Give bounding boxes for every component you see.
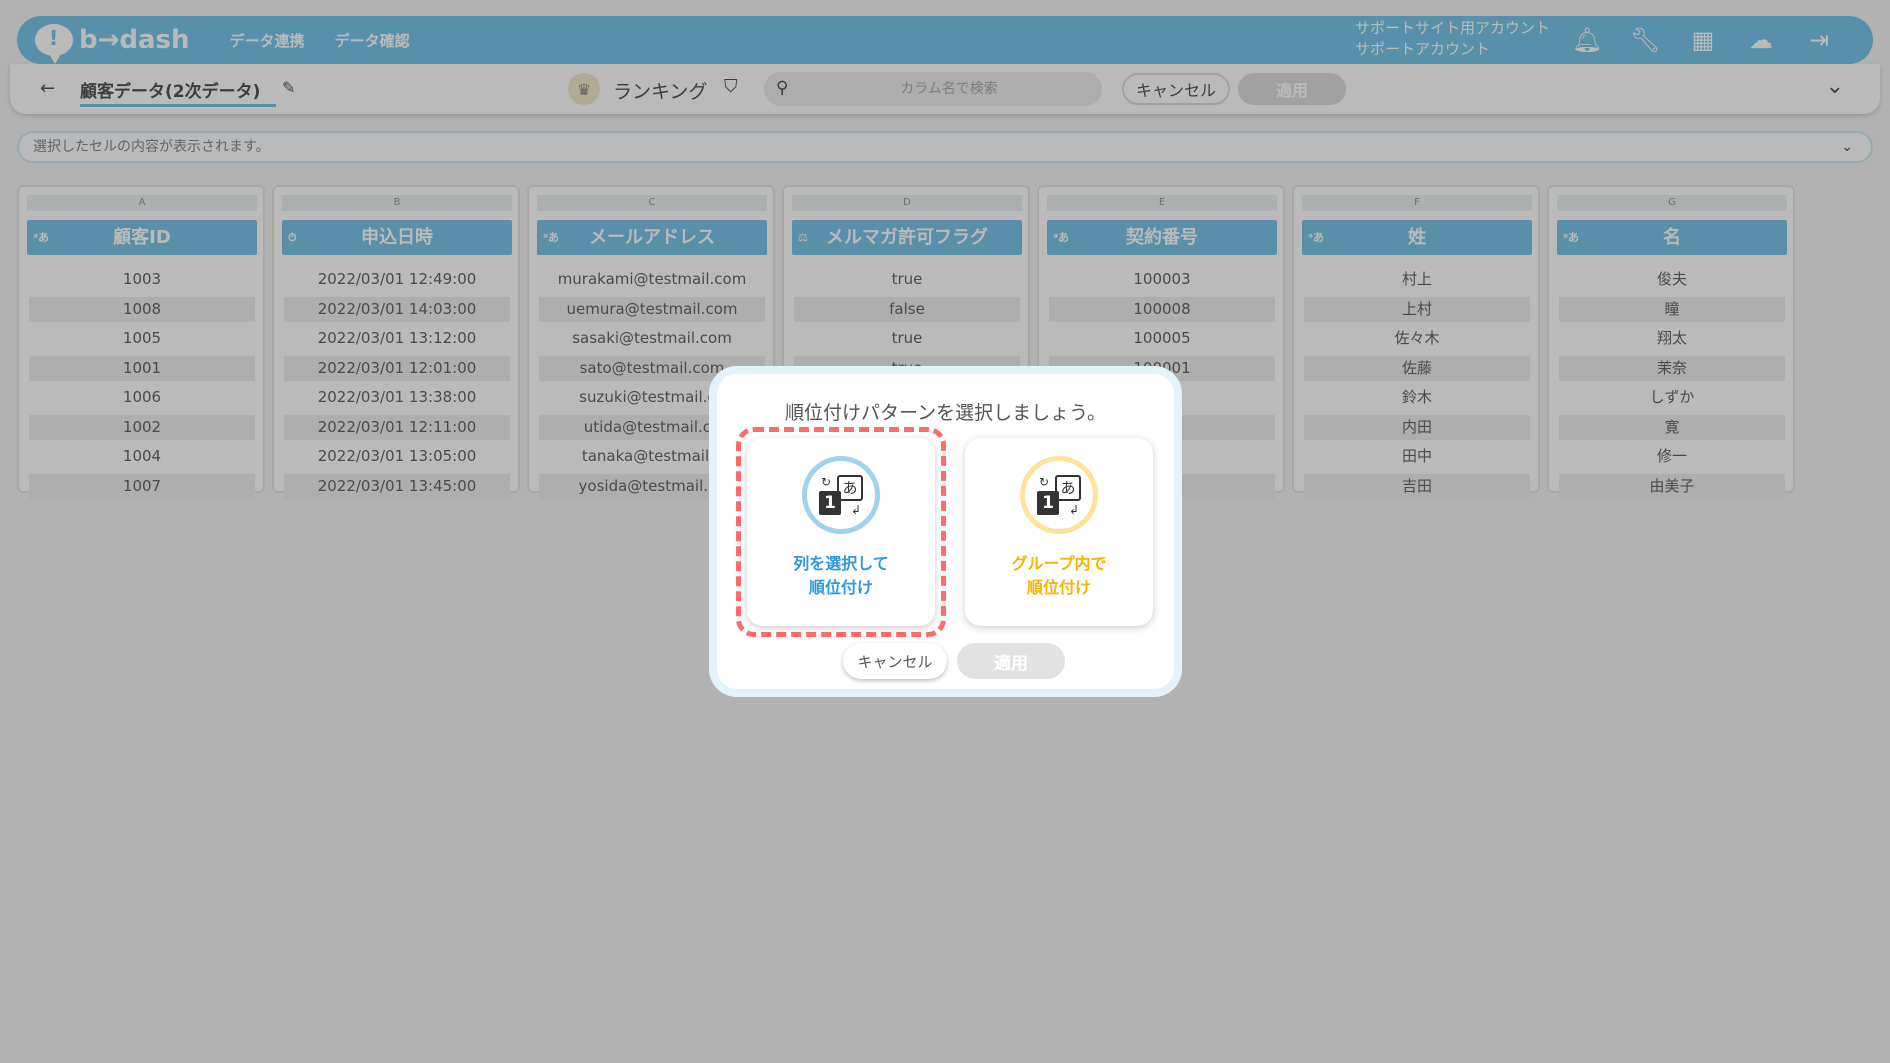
ranking-glyph: ↻ あ 1 ↲ xyxy=(819,475,863,517)
option-b-line1: グループ内で xyxy=(1011,554,1107,573)
rank-within-group-option[interactable]: ↻ あ 1 ↲ グループ内で 順位付け xyxy=(965,438,1153,626)
option-a-line2: 順位付け xyxy=(808,578,873,597)
ranking-sort-icon: ↻ あ 1 ↲ xyxy=(802,456,880,534)
modal-title: 順位付けパターンを選択しましょう。 xyxy=(785,402,1106,424)
rank-by-column-option[interactable]: ↻ あ 1 ↲ 列を選択して 順位付け xyxy=(747,438,935,626)
option-b-label: グループ内で 順位付け xyxy=(965,552,1153,600)
option-b-line2: 順位付け xyxy=(1026,578,1091,597)
ranking-glyph: ↻ あ 1 ↲ xyxy=(1037,475,1081,517)
number-box: 1 xyxy=(1037,491,1059,515)
return-arrow-icon: ↲ xyxy=(850,503,861,517)
option-a-label: 列を選択して 順位付け xyxy=(747,552,935,600)
rotate-arrow-icon: ↻ xyxy=(1039,475,1050,489)
modal-apply-button[interactable]: 適用 xyxy=(957,643,1065,679)
modal-cancel-button[interactable]: キャンセル xyxy=(843,643,947,679)
number-box: 1 xyxy=(819,491,841,515)
option-a-line1: 列を選択して xyxy=(793,554,889,573)
ranking-pattern-modal: 順位付けパターンを選択しましょう。 ↻ あ 1 ↲ 列を選択して 順位付け ↻ … xyxy=(709,366,1182,697)
rotate-arrow-icon: ↻ xyxy=(821,475,832,489)
ranking-group-icon: ↻ あ 1 ↲ xyxy=(1020,456,1098,534)
return-arrow-icon: ↲ xyxy=(1068,503,1079,517)
